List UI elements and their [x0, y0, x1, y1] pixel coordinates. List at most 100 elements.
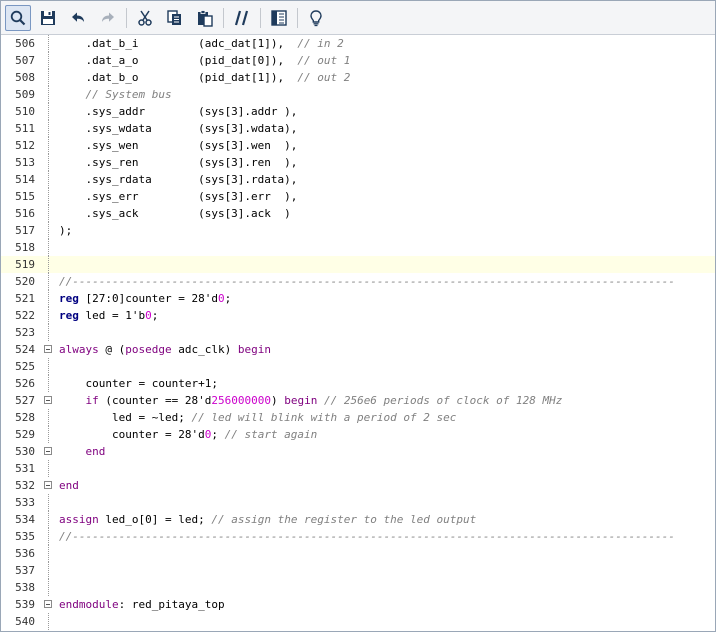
- code-number: 0: [145, 309, 152, 322]
- code-token: .dat_b_i (adc_dat[1]),: [59, 37, 298, 50]
- code-line[interactable]: 525: [1, 358, 715, 375]
- code-token: .dat_b_o (pid_dat[1]),: [59, 71, 298, 84]
- code-line[interactable]: 517);: [1, 222, 715, 239]
- code-line[interactable]: 535 //-----------------------------------…: [1, 528, 715, 545]
- lightbulb-button[interactable]: [303, 5, 329, 31]
- line-number: 527: [15, 394, 35, 407]
- code-line[interactable]: 513 .sys_ren (sys[3].ren ),: [1, 154, 715, 171]
- line-number: 514: [15, 173, 35, 186]
- code-keyword: assign: [59, 513, 99, 526]
- line-number: 538: [15, 581, 35, 594]
- undo-button[interactable]: [65, 5, 91, 31]
- line-number: 513: [15, 156, 35, 169]
- code-editor[interactable]: 506 .dat_b_i (adc_dat[1]), // in 2 507 .d…: [1, 35, 715, 631]
- code-line[interactable]: 516 .sys_ack (sys[3].ack ): [1, 205, 715, 222]
- code-line[interactable]: 514 .sys_rdata (sys[3].rdata),: [1, 171, 715, 188]
- code-line[interactable]: 531: [1, 460, 715, 477]
- line-number: 529: [15, 428, 35, 441]
- fold-guide: [48, 307, 49, 324]
- code-line[interactable]: 534 assign led_o[0] = led; // assign the …: [1, 511, 715, 528]
- code-token: : red_pitaya_top: [118, 598, 225, 611]
- search-button[interactable]: [5, 4, 31, 31]
- fold-guide: [48, 511, 49, 528]
- fold-guide: [48, 324, 49, 341]
- code-line[interactable]: 528 led = ~led; // led will blink with a…: [1, 409, 715, 426]
- code-line[interactable]: 529 counter = 28'd0; // start again: [1, 426, 715, 443]
- fold-toggle-icon[interactable]: [44, 600, 52, 608]
- line-number: 539: [15, 598, 35, 611]
- line-number: 532: [15, 479, 35, 492]
- paste-button[interactable]: [192, 5, 218, 31]
- code-line[interactable]: 515 .sys_err (sys[3].err ),: [1, 188, 715, 205]
- comment-toggle-button[interactable]: [229, 5, 255, 31]
- code-line[interactable]: 520 //-----------------------------------…: [1, 273, 715, 290]
- line-number: 533: [15, 496, 35, 509]
- code-line[interactable]: 518: [1, 239, 715, 256]
- code-line[interactable]: 507 .dat_a_o (pid_dat[0]), // out 1: [1, 52, 715, 69]
- search-icon: [9, 9, 27, 27]
- line-number: 516: [15, 207, 35, 220]
- code-token: .sys_wdata (sys[3].wdata),: [59, 122, 298, 135]
- code-text: //--------------------------------------…: [59, 528, 675, 545]
- code-line[interactable]: 519: [1, 256, 715, 273]
- code-line[interactable]: 524 always @ (posedge adc_clk) begin: [1, 341, 715, 358]
- code-token: .sys_ren (sys[3].ren ),: [59, 156, 298, 169]
- code-line[interactable]: 521 reg [27:0]counter = 28'd0;: [1, 290, 715, 307]
- code-keyword: begin: [284, 394, 318, 407]
- code-line[interactable]: 511 .sys_wdata (sys[3].wdata),: [1, 120, 715, 137]
- code-line[interactable]: 537: [1, 562, 715, 579]
- code-token: ;: [151, 309, 159, 322]
- code-line[interactable]: 523: [1, 324, 715, 341]
- code-text: .sys_ren (sys[3].ren ),: [59, 154, 297, 171]
- redo-icon: [99, 9, 117, 27]
- save-icon: [39, 9, 57, 27]
- fold-toggle-icon[interactable]: [44, 481, 52, 489]
- code-text: );: [59, 222, 72, 239]
- code-token: counter = 28'd: [59, 428, 205, 441]
- code-line[interactable]: 522 reg led = 1'b0;: [1, 307, 715, 324]
- code-line[interactable]: 532 end: [1, 477, 715, 494]
- code-token: adc_clk): [171, 343, 238, 356]
- line-number: 530: [15, 445, 35, 458]
- code-line[interactable]: 508 .dat_b_o (pid_dat[1]), // out 2: [1, 69, 715, 86]
- code-text: .sys_addr (sys[3].addr ),: [59, 103, 297, 120]
- code-line[interactable]: 538: [1, 579, 715, 596]
- code-line[interactable]: 526 counter = counter+1;: [1, 375, 715, 392]
- code-comment: // in 2: [297, 37, 344, 50]
- toolbar-separator: [297, 7, 298, 28]
- fold-guide: [48, 273, 49, 290]
- save-button[interactable]: [35, 5, 61, 31]
- fold-toggle-icon[interactable]: [44, 345, 52, 353]
- code-line[interactable]: 540: [1, 613, 715, 630]
- fold-toggle-icon[interactable]: [44, 396, 52, 404]
- fold-guide: [48, 562, 49, 579]
- line-number: 518: [15, 241, 35, 254]
- code-line[interactable]: 539 endmodule: red_pitaya_top: [1, 596, 715, 613]
- line-number: 511: [15, 122, 35, 135]
- fold-toggle-icon[interactable]: [44, 447, 52, 455]
- code-text: counter = counter+1;: [59, 375, 217, 392]
- fold-guide: [48, 545, 49, 562]
- columns-button[interactable]: [266, 5, 292, 31]
- code-text: reg [27:0]counter = 28'd0;: [59, 290, 231, 307]
- code-line[interactable]: 509 // System bus: [1, 86, 715, 103]
- code-token: .sys_addr (sys[3].addr ),: [59, 105, 298, 118]
- code-line[interactable]: 512 .sys_wen (sys[3].wen ),: [1, 137, 715, 154]
- cut-button[interactable]: [132, 5, 158, 31]
- code-line[interactable]: 510 .sys_addr (sys[3].addr ),: [1, 103, 715, 120]
- redo-button[interactable]: [95, 5, 121, 31]
- code-line[interactable]: 530 end: [1, 443, 715, 460]
- code-line[interactable]: 527 if (counter == 28'd256000000) begin …: [1, 392, 715, 409]
- lightbulb-icon: [307, 9, 325, 27]
- code-line[interactable]: 533: [1, 494, 715, 511]
- code-line[interactable]: 536: [1, 545, 715, 562]
- line-number: 524: [15, 343, 35, 356]
- copy-button[interactable]: [162, 5, 188, 31]
- code-keyword: if: [85, 394, 99, 407]
- fold-guide: [48, 188, 49, 205]
- paste-icon: [196, 9, 214, 27]
- code-keyword: end: [85, 445, 106, 458]
- code-line[interactable]: 506 .dat_b_i (adc_dat[1]), // in 2: [1, 35, 715, 52]
